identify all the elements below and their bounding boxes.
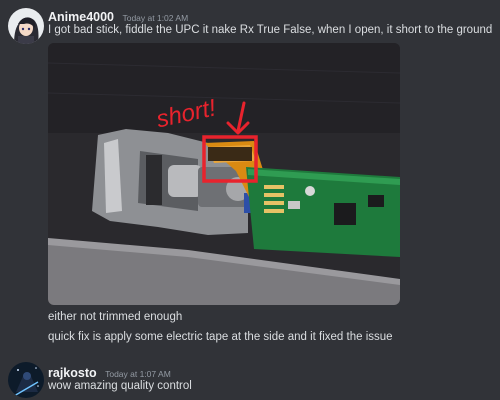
timestamp[interactable]: Today at 1:02 AM [122, 13, 188, 23]
followup-text-2: quick fix is apply some electric tape at… [48, 331, 393, 343]
message-text: wow amazing quality control [48, 380, 192, 392]
starwars-avatar-icon [8, 362, 44, 398]
username[interactable]: Anime4000 [48, 10, 114, 24]
followup-text-1: either not trimmed enough [48, 311, 183, 323]
username[interactable]: rajkosto [48, 366, 97, 380]
image-attachment[interactable]: short! [48, 43, 400, 305]
anime-avatar-icon [8, 8, 44, 44]
circuit-board-photo: short! [48, 43, 400, 305]
avatar[interactable] [8, 362, 44, 398]
message-text: I got bad stick, fiddle the UPC it nake … [48, 24, 493, 36]
avatar[interactable] [8, 8, 44, 44]
timestamp[interactable]: Today at 1:07 AM [105, 369, 171, 379]
